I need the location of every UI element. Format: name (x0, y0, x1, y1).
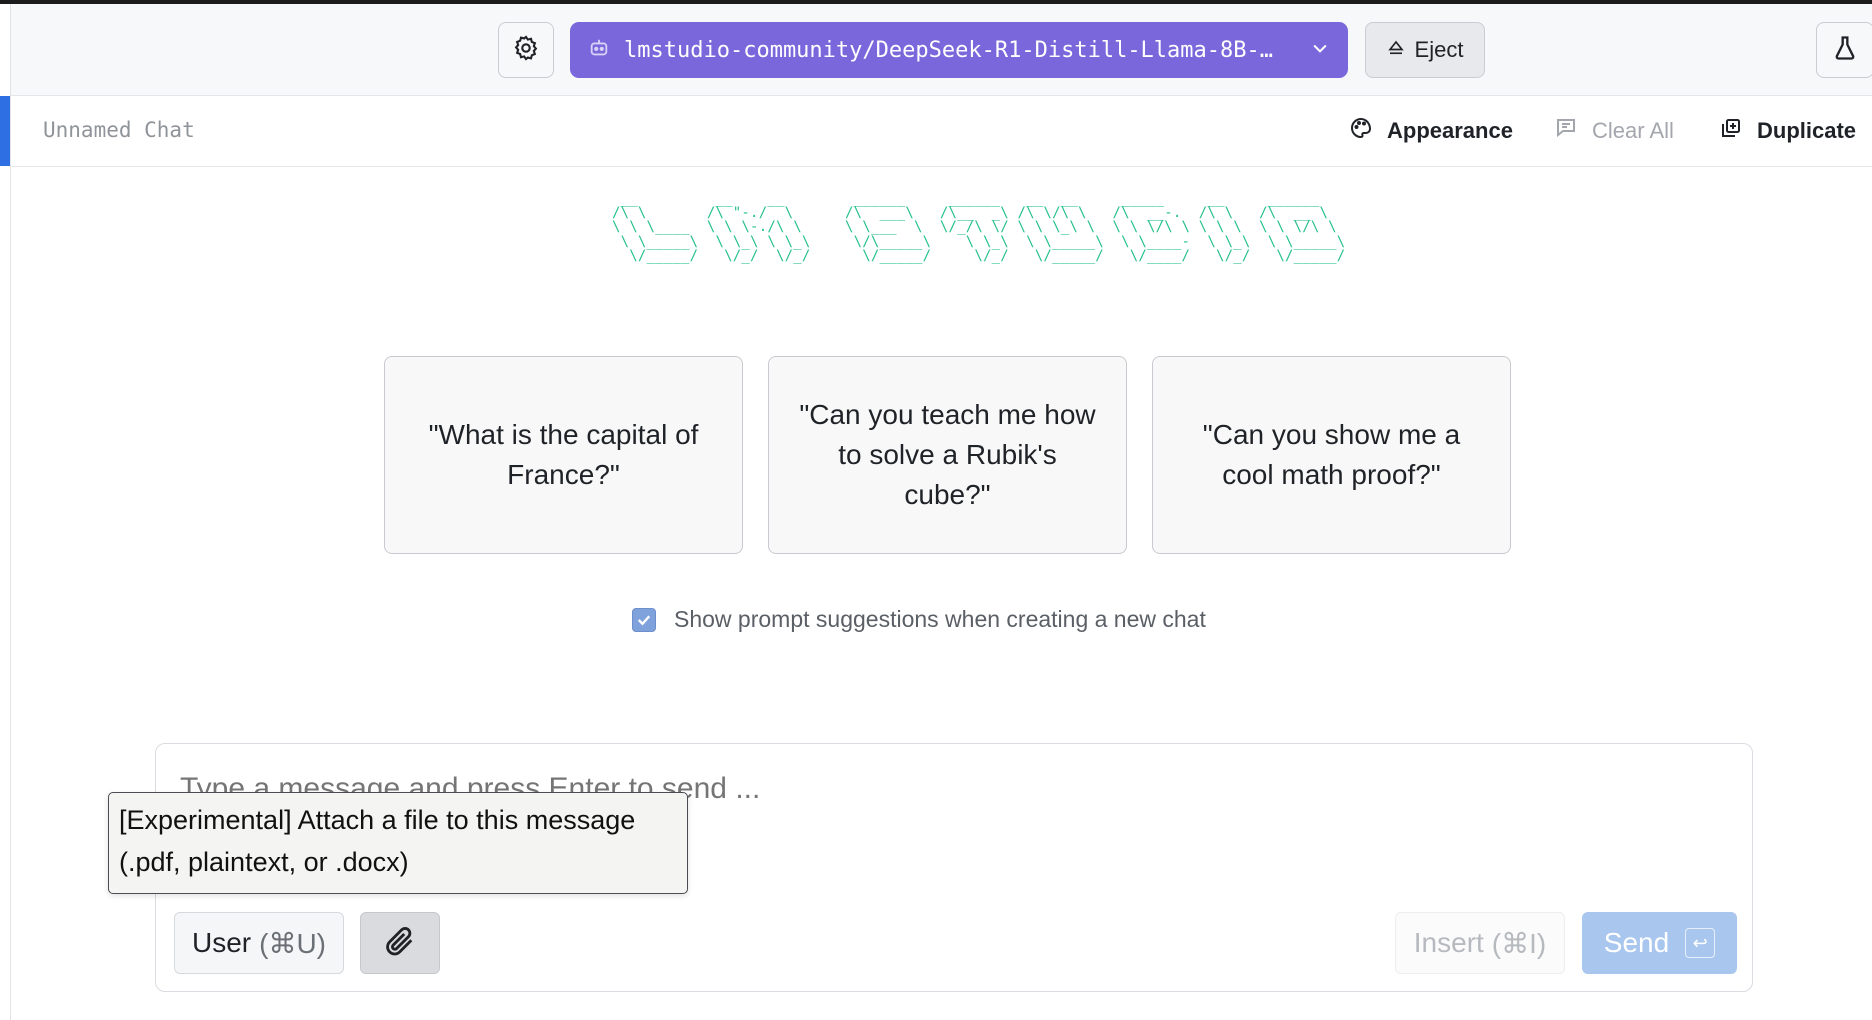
chat-title-bar: Unnamed Chat Appearance Clear All Duplic… (11, 96, 1872, 167)
paperclip-icon (383, 924, 417, 963)
tooltip-line-2: (.pdf, plaintext, or .docx) (119, 847, 409, 877)
insert-shortcut: (⌘I) (1491, 927, 1547, 959)
enter-key-icon: ↩ (1685, 928, 1716, 958)
clear-chat-icon (1554, 116, 1578, 146)
attach-file-button[interactable] (360, 912, 440, 974)
model-selector[interactable]: lmstudio-community/DeepSeek-R1-Distill-L… (570, 22, 1348, 78)
gear-icon (512, 34, 540, 67)
role-toggle-button[interactable]: User (⌘U) (174, 912, 344, 974)
model-name: lmstudio-community/DeepSeek-R1-Distill-L… (624, 37, 1274, 63)
suggestion-card[interactable]: "Can you show me a cool math proof?" (1152, 356, 1511, 554)
duplicate-icon (1719, 116, 1743, 146)
clear-all-button[interactable]: Clear All (1554, 116, 1674, 146)
role-shortcut: (⌘U) (259, 927, 326, 959)
eject-label: Eject (1414, 37, 1464, 62)
top-toolbar: lmstudio-community/DeepSeek-R1-Distill-L… (11, 4, 1872, 96)
send-button[interactable]: Send ↩ (1582, 912, 1737, 974)
insert-label: Insert (1413, 927, 1484, 958)
tooltip-line-1: [Experimental] Attach a file to this mes… (119, 805, 636, 835)
chevron-down-icon (1310, 38, 1330, 63)
duplicate-label: Duplicate (1757, 118, 1857, 143)
attach-file-tooltip: [Experimental] Attach a file to this mes… (108, 792, 688, 894)
lm-studio-ascii-logo: __ __ __ ______ ______ __ __ _____ __ __… (612, 191, 1346, 264)
chat-title[interactable]: Unnamed Chat (43, 118, 195, 142)
suggestion-text: "Can you show me a cool math proof?" (1202, 419, 1461, 490)
palette-icon (1349, 116, 1373, 146)
show-suggestions-checkbox[interactable] (632, 607, 656, 632)
eject-button[interactable]: Eject (1365, 22, 1485, 78)
send-label: Send (1603, 927, 1670, 958)
appearance-label: Appearance (1387, 118, 1513, 143)
suggestion-card[interactable]: "Can you teach me how to solve a Rubik's… (768, 356, 1127, 554)
show-suggestions-label: Show prompt suggestions when creating a … (674, 606, 1206, 632)
experimental-button[interactable] (1816, 22, 1872, 78)
suggestion-text: "What is the capital of France?" (428, 419, 699, 490)
flask-icon (1831, 33, 1859, 68)
settings-button[interactable] (498, 22, 554, 78)
robot-icon (588, 37, 610, 64)
active-chat-indicator (0, 96, 10, 166)
clear-all-label: Clear All (1592, 118, 1674, 143)
show-suggestions-toggle[interactable]: Show prompt suggestions when creating a … (632, 606, 1206, 633)
duplicate-button[interactable]: Duplicate (1719, 116, 1856, 146)
suggestion-text: "Can you teach me how to solve a Rubik's… (799, 399, 1096, 510)
insert-button[interactable]: Insert (⌘I) (1395, 912, 1565, 974)
role-label: User (192, 927, 252, 958)
appearance-button[interactable]: Appearance (1349, 116, 1513, 146)
suggestion-card[interactable]: "What is the capital of France?" (384, 356, 743, 554)
eject-icon (1387, 37, 1405, 63)
